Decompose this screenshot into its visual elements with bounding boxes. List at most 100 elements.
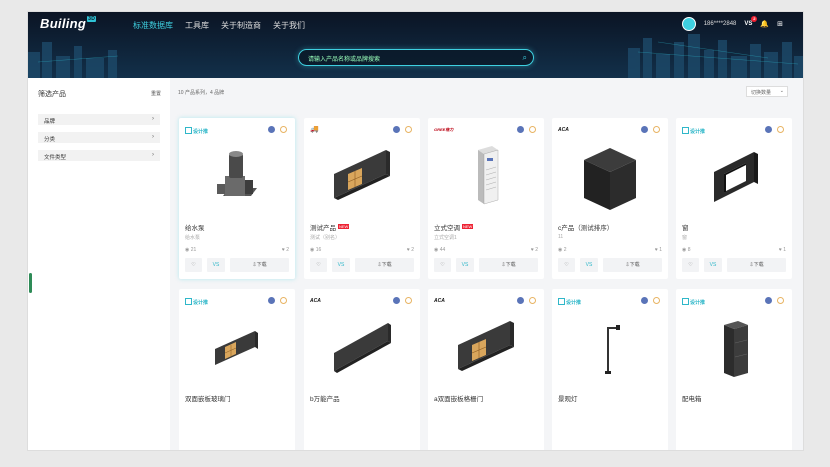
- nav-item-about[interactable]: 关于我们: [273, 20, 305, 31]
- search-input[interactable]: 请输入产品名称或品牌搜索 ⌕: [298, 49, 534, 66]
- filter-file-type[interactable]: 文件类型 ›: [38, 150, 160, 161]
- product-card[interactable]: ACA a双面嵌板格栅门: [428, 289, 544, 450]
- product-name[interactable]: 配电箱: [682, 393, 702, 403]
- scroll-indicator[interactable]: [29, 273, 32, 293]
- filter-sidebar: 筛选产品 重置 品牌 › 分类 › 文件类型 ›: [28, 78, 170, 450]
- model-type-icon[interactable]: [765, 297, 772, 304]
- compare-button[interactable]: VS: [704, 258, 722, 272]
- filter-brand[interactable]: 品牌 ›: [38, 114, 160, 125]
- brand-logo: 设计推: [185, 127, 208, 135]
- nav-item-manufacturers[interactable]: 关于制造商: [221, 20, 261, 31]
- download-button[interactable]: ⇩下载: [727, 258, 786, 272]
- product-card[interactable]: 🚚 测试产品 NEW 测试（别名） ◉ 16 ♥ 2 ♡ VS ⇩下载: [304, 118, 420, 279]
- page-size-select[interactable]: 切换数量 ⌄: [746, 86, 788, 97]
- product-name[interactable]: 景观灯: [558, 393, 578, 403]
- model-type-icon[interactable]: [641, 297, 648, 304]
- product-card[interactable]: ACA c产品（测试排序） 11 ◉ 2 ♥ 1 ♡ VS ⇩下载: [552, 118, 668, 279]
- model-type-icon[interactable]: [393, 126, 400, 133]
- product-name[interactable]: 给水泵: [185, 222, 205, 232]
- product-list-area: 10 产品系列，4 品牌 切换数量 ⌄ 设计推 给水泵 给水泵 ◉ 21 ♥ 2 ♡ VS…: [170, 78, 803, 450]
- favorite-icon[interactable]: [529, 126, 536, 133]
- brand-logo: 设计推: [558, 298, 581, 306]
- header-user-area: 186****2848 VS 2 🔔 ⊞: [681, 16, 783, 31]
- favorite-icon[interactable]: [280, 126, 287, 133]
- download-button[interactable]: ⇩下载: [479, 258, 538, 272]
- download-button[interactable]: ⇩下载: [355, 258, 414, 272]
- favorite-icon[interactable]: [653, 297, 660, 304]
- favorite-icon[interactable]: [529, 297, 536, 304]
- nav-item-tools[interactable]: 工具库: [185, 20, 209, 31]
- product-thumbnail[interactable]: [676, 309, 792, 391]
- compare-button[interactable]: VS: [207, 258, 225, 272]
- search-icon[interactable]: ⌕: [523, 53, 527, 63]
- model-type-icon[interactable]: [517, 126, 524, 133]
- product-thumbnail[interactable]: [676, 138, 792, 220]
- product-card[interactable]: 设计推窗窗 ◉ 8 ♥ 1 ♡ VS ⇩下载: [676, 118, 792, 279]
- model-type-icon[interactable]: [517, 297, 524, 304]
- brand-logo: 设计推: [682, 127, 705, 135]
- product-stats: ◉ 21 ♥ 2: [185, 247, 289, 253]
- user-phone[interactable]: 186****2848: [704, 21, 737, 27]
- like-button[interactable]: ♡: [310, 258, 327, 272]
- brand-logo: GREE格力: [434, 127, 454, 132]
- favorite-icon[interactable]: [653, 126, 660, 133]
- favorite-icon[interactable]: [777, 297, 784, 304]
- product-thumbnail[interactable]: [179, 138, 295, 220]
- product-card[interactable]: 设计推 给水泵 给水泵 ◉ 21 ♥ 2 ♡ VS ⇩下载: [179, 118, 295, 279]
- model-type-icon[interactable]: [268, 126, 275, 133]
- product-thumbnail[interactable]: [428, 138, 544, 220]
- reset-filter-button[interactable]: 重置: [151, 90, 161, 97]
- like-button[interactable]: ♡: [434, 258, 451, 272]
- compare-button[interactable]: VS 2: [744, 16, 758, 27]
- product-card[interactable]: 设计推 配电箱: [676, 289, 792, 450]
- product-name[interactable]: 测试产品 NEW: [310, 222, 350, 232]
- favorite-icon[interactable]: [405, 297, 412, 304]
- bell-icon[interactable]: 🔔: [760, 20, 769, 28]
- product-name[interactable]: 双面嵌板玻璃门: [185, 393, 231, 403]
- model-type-icon[interactable]: [268, 297, 275, 304]
- favorite-icon[interactable]: [280, 297, 287, 304]
- view-count: 2: [563, 247, 567, 253]
- compare-button[interactable]: VS: [332, 258, 350, 272]
- product-thumbnail[interactable]: [552, 138, 668, 220]
- product-name[interactable]: 窗: [682, 222, 689, 232]
- like-button[interactable]: ♡: [185, 258, 202, 272]
- card-actions: ♡ VS ⇩下载: [310, 258, 414, 272]
- compare-button[interactable]: VS: [456, 258, 474, 272]
- product-card[interactable]: 设计推 双面嵌板玻璃门: [179, 289, 295, 450]
- site-logo[interactable]: Builing 3D: [40, 16, 97, 31]
- view-count: 21: [190, 247, 197, 253]
- model-type-icon[interactable]: [641, 126, 648, 133]
- product-card[interactable]: 设计推 景观灯: [552, 289, 668, 450]
- new-badge: NEW: [338, 224, 350, 229]
- product-alias: 窗: [682, 235, 688, 241]
- product-thumbnail[interactable]: [179, 309, 295, 391]
- model-type-icon[interactable]: [765, 126, 772, 133]
- product-thumbnail[interactable]: [428, 309, 544, 391]
- product-name[interactable]: b万能产品: [310, 393, 340, 403]
- product-card[interactable]: GREE格力 立式空调 NEW 立式空调1 ◉ 44 ♥ 2 ♡ VS ⇩下载: [428, 118, 544, 279]
- compare-button[interactable]: VS: [580, 258, 598, 272]
- view-count: 8: [687, 247, 691, 253]
- like-button[interactable]: ♡: [558, 258, 575, 272]
- like-button[interactable]: ♡: [682, 258, 699, 272]
- product-thumbnail[interactable]: [304, 309, 420, 391]
- model-type-icon[interactable]: [393, 297, 400, 304]
- filter-category[interactable]: 分类 ›: [38, 132, 160, 143]
- favorite-icon[interactable]: [405, 126, 412, 133]
- like-count: 2: [286, 247, 289, 253]
- download-button[interactable]: ⇩下载: [603, 258, 662, 272]
- product-thumbnail[interactable]: [304, 138, 420, 220]
- card-actions: ♡ VS ⇩下载: [434, 258, 538, 272]
- avatar[interactable]: [681, 17, 696, 31]
- product-name[interactable]: a双面嵌板格栅门: [434, 393, 483, 403]
- favorite-icon[interactable]: [777, 126, 784, 133]
- product-card[interactable]: ACA b万能产品: [304, 289, 420, 450]
- download-button[interactable]: ⇩下载: [230, 258, 289, 272]
- product-name[interactable]: c产品（测试排序）: [558, 222, 613, 232]
- grid-icon[interactable]: ⊞: [777, 20, 783, 28]
- product-name[interactable]: 立式空调 NEW: [434, 222, 474, 232]
- result-count: 10 产品系列，4 品牌: [178, 90, 225, 96]
- product-thumbnail[interactable]: [552, 309, 668, 391]
- nav-item-standard-db[interactable]: 标准数据库: [133, 20, 173, 31]
